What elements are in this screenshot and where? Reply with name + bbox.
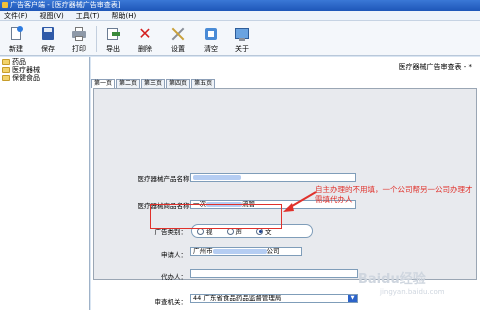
toolbar-separator xyxy=(96,26,97,52)
delete-button[interactable]: ✕ 删除 xyxy=(132,24,158,54)
agent-label: 代办人： xyxy=(161,273,187,281)
tab-page-5[interactable]: 第五页 xyxy=(191,79,216,88)
product-name-input[interactable] xyxy=(190,173,356,182)
tree-item-health-food[interactable]: 保健食品 xyxy=(2,74,40,82)
clear-button[interactable]: 清空 xyxy=(198,24,224,54)
menu-help[interactable]: 帮助(H) xyxy=(112,11,137,20)
agent-input[interactable] xyxy=(190,269,358,278)
page-tabs: 第一页 第二页 第三页 第四页 第五页 xyxy=(91,79,216,88)
new-document-icon xyxy=(8,26,24,42)
tab-page-2[interactable]: 第二页 xyxy=(116,79,141,88)
new-button-label: 新建 xyxy=(9,45,23,53)
delete-button-label: 删除 xyxy=(138,45,152,53)
watermark-logo: Baidu经验 xyxy=(358,272,426,287)
menu-file[interactable]: 文件(F) xyxy=(4,11,28,20)
menu-view[interactable]: 视图(V) xyxy=(40,11,64,20)
toolbar: 新建 保存 打印 导出 ✕ 删除 设置 清空 关于 xyxy=(0,21,480,56)
window-title: 广告客户端 - [医疗器械广告审查表] xyxy=(10,1,121,9)
new-button[interactable]: 新建 xyxy=(3,24,29,54)
category-tree: 药品 医疗器械 保健食品 xyxy=(0,57,90,310)
tools-icon xyxy=(170,26,186,42)
tab-page-3[interactable]: 第三页 xyxy=(141,79,166,88)
about-button-label: 关于 xyxy=(235,45,249,53)
window-titlebar: 广告客户端 - [医疗器械广告审查表] xyxy=(0,0,480,11)
clear-button-label: 清空 xyxy=(204,45,218,53)
redacted-text xyxy=(212,248,267,254)
folder-icon xyxy=(2,59,10,65)
print-button[interactable]: 打印 xyxy=(66,24,92,54)
annotation-note: 自主办理的不用填，一个公司帮另一公司办理才需填代办人 xyxy=(315,185,473,204)
product-name-label: 医疗器械产品名称： xyxy=(137,175,197,183)
tree-item-label: 药品 xyxy=(12,58,26,66)
save-button-label: 保存 xyxy=(41,45,55,53)
menu-tools[interactable]: 工具(T) xyxy=(76,11,100,20)
agent-highlight-box xyxy=(150,204,282,229)
settings-button-label: 设置 xyxy=(171,45,185,53)
chevron-down-icon[interactable]: ▼ xyxy=(348,295,357,302)
tree-item-medicine[interactable]: 药品 xyxy=(2,58,26,66)
save-button[interactable]: 保存 xyxy=(35,24,61,54)
report-title: 医疗器械广告审查表 - * xyxy=(398,63,472,71)
tree-item-medical-device[interactable]: 医疗器械 xyxy=(2,66,40,74)
applicant-label: 申请人： xyxy=(161,251,187,259)
redacted-text xyxy=(193,174,241,180)
folder-icon xyxy=(2,75,10,81)
export-button[interactable]: 导出 xyxy=(100,24,126,54)
export-button-label: 导出 xyxy=(106,45,120,53)
menu-bar: 文件(F) 视图(V) 工具(T) 帮助(H) xyxy=(0,11,480,21)
applicant-input[interactable]: 广州市 公司 xyxy=(190,247,302,256)
about-icon xyxy=(234,26,250,42)
print-button-label: 打印 xyxy=(72,45,86,53)
authority-select[interactable]: 44 广东省食品药品监督管理局 ▼ xyxy=(190,294,358,303)
form-panel: 医疗器械产品名称： 医疗器械商品名称： 一次 流管 广告类别： 视 声 文 申请… xyxy=(93,88,477,306)
tree-item-label: 保健食品 xyxy=(12,74,40,82)
app-icon xyxy=(2,2,8,8)
delete-x-icon: ✕ xyxy=(138,24,152,43)
folder-icon xyxy=(2,67,10,73)
settings-button[interactable]: 设置 xyxy=(165,24,191,54)
export-icon xyxy=(105,26,121,42)
printer-icon xyxy=(71,26,87,42)
tree-item-label: 医疗器械 xyxy=(12,66,40,74)
authority-value: 44 广东省食品药品监督管理局 xyxy=(193,294,282,302)
applicant-prefix: 广州市 xyxy=(193,247,213,255)
tab-page-4[interactable]: 第四页 xyxy=(166,79,191,88)
watermark-url: jingyan.baidu.com xyxy=(380,288,445,296)
clear-icon xyxy=(203,26,219,42)
about-button[interactable]: 关于 xyxy=(229,24,255,54)
floppy-disk-icon xyxy=(40,26,56,42)
applicant-suffix: 公司 xyxy=(266,247,280,255)
authority-label: 审查机关： xyxy=(154,298,188,306)
tab-page-1[interactable]: 第一页 xyxy=(91,79,116,88)
